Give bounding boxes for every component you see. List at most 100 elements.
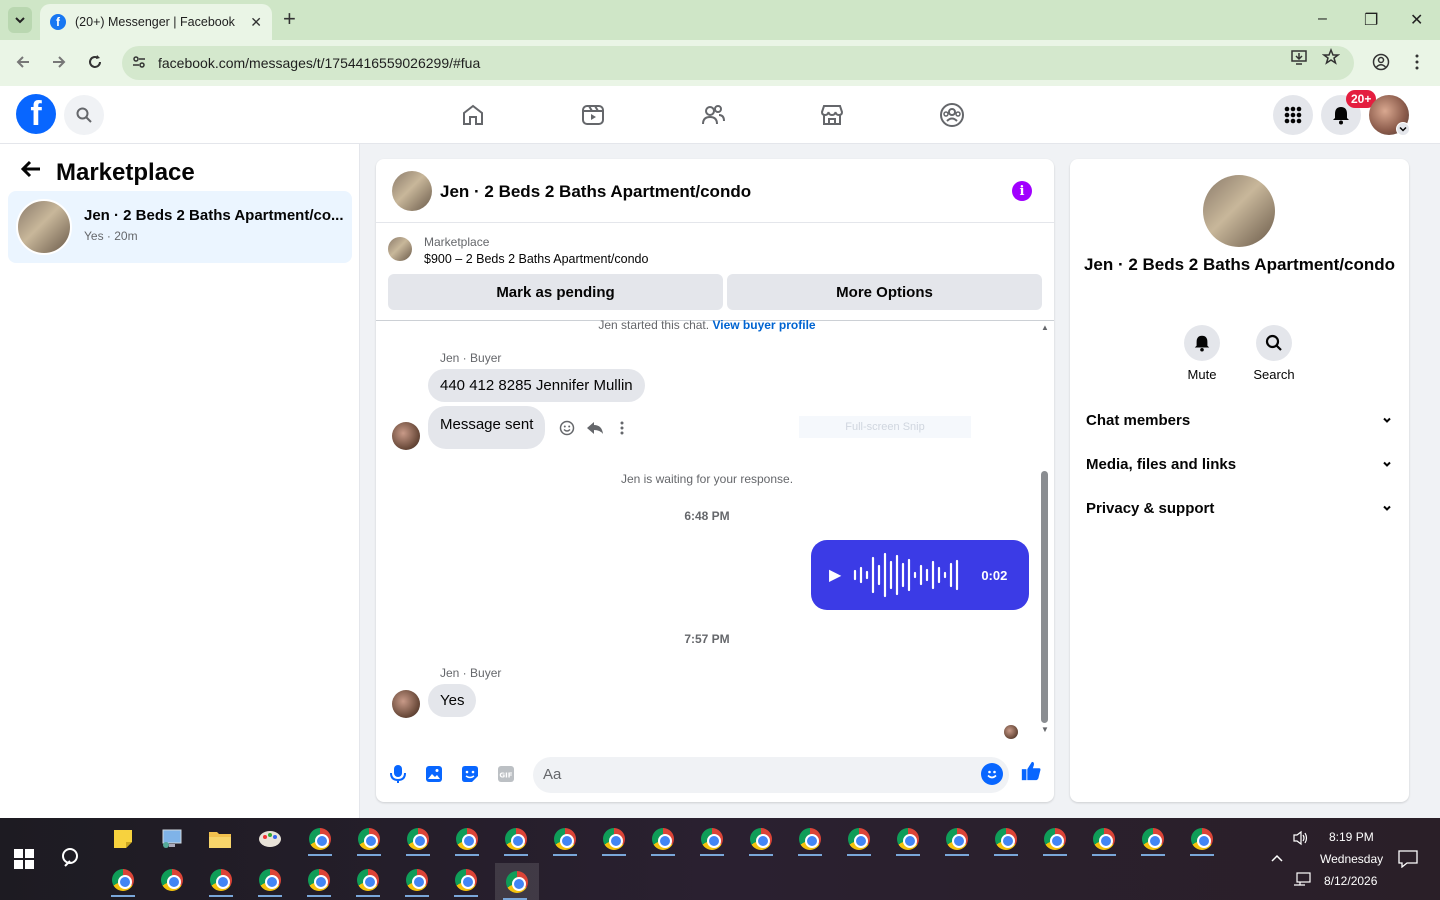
clock-time[interactable]: 8:19 PM: [1329, 830, 1374, 844]
marketplace-icon[interactable]: [817, 100, 847, 130]
thumbs-up-icon[interactable]: [1020, 760, 1042, 782]
gif-icon[interactable]: GIF: [495, 763, 517, 785]
microphone-icon[interactable]: [387, 763, 409, 785]
message-bubble[interactable]: 440 412 8285 Jennifer Mullin: [428, 369, 645, 402]
chrome-icon[interactable]: [839, 822, 879, 856]
sender-avatar[interactable]: [392, 690, 420, 718]
profile-icon[interactable]: [1372, 53, 1390, 76]
video-icon[interactable]: [578, 100, 608, 130]
chrome-icon[interactable]: [643, 822, 683, 856]
groups-icon[interactable]: [937, 100, 967, 130]
tab-close-icon[interactable]: ✕: [250, 14, 262, 31]
back-arrow-icon[interactable]: [20, 158, 42, 187]
chrome-icon[interactable]: [594, 822, 634, 856]
message-bubble[interactable]: Yes: [428, 684, 477, 717]
view-buyer-profile-link[interactable]: View buyer profile: [712, 318, 815, 332]
chrome-icon[interactable]: [790, 822, 830, 856]
mute-button[interactable]: Mute: [1172, 325, 1232, 382]
browser-menu-icon[interactable]: [1408, 53, 1426, 76]
clock-day[interactable]: Wednesday: [1320, 852, 1383, 866]
friends-icon[interactable]: [698, 100, 728, 130]
react-icon[interactable]: [559, 420, 575, 440]
site-info-icon[interactable]: [130, 54, 148, 73]
address-bar[interactable]: facebook.com/messages/t/1754416559026299…: [122, 46, 1354, 80]
sticker-icon[interactable]: [459, 763, 481, 785]
chat-members-row[interactable]: Chat members: [1086, 398, 1393, 442]
forward-icon[interactable]: [50, 53, 68, 76]
conversation-item[interactable]: Jen · 2 Beds 2 Baths Apartment/co... Yes…: [8, 191, 352, 263]
message-input[interactable]: Aa: [533, 757, 1009, 793]
more-options-button[interactable]: More Options: [727, 274, 1042, 310]
chrome-icon[interactable]: [299, 863, 339, 897]
chrome-icon[interactable]: [349, 822, 389, 856]
taskbar-search-icon[interactable]: [60, 846, 84, 875]
photo-icon[interactable]: [423, 763, 445, 785]
chrome-icon[interactable]: [300, 822, 340, 856]
scroll-up-icon[interactable]: ▲: [1041, 323, 1049, 332]
facebook-logo-icon[interactable]: f: [16, 94, 56, 134]
chrome-icon[interactable]: [888, 822, 928, 856]
close-window-button[interactable]: ✕: [1410, 10, 1423, 30]
action-center-icon[interactable]: [1398, 850, 1418, 871]
chrome-icon[interactable]: [1035, 822, 1075, 856]
more-actions-icon[interactable]: [619, 420, 625, 440]
chrome-icon[interactable]: [152, 863, 192, 897]
info-icon[interactable]: i: [1012, 181, 1032, 201]
chrome-icon[interactable]: [103, 863, 143, 897]
scroll-down-icon[interactable]: ▼: [1041, 725, 1049, 734]
home-icon[interactable]: [458, 100, 488, 130]
maximize-button[interactable]: ❐: [1364, 10, 1378, 30]
new-tab-button[interactable]: +: [283, 8, 296, 30]
chrome-icon[interactable]: [496, 822, 536, 856]
mark-as-pending-button[interactable]: Mark as pending: [388, 274, 723, 310]
chat-avatar[interactable]: [392, 171, 432, 211]
scrollbar-thumb[interactable]: [1041, 471, 1048, 723]
bookmark-star-icon[interactable]: [1321, 47, 1341, 71]
chrome-icon[interactable]: [397, 863, 437, 897]
chat-title[interactable]: Jen · 2 Beds 2 Baths Apartment/condo: [440, 182, 751, 202]
show-hidden-icons[interactable]: [1270, 852, 1284, 866]
chrome-icon[interactable]: [447, 822, 487, 856]
back-icon[interactable]: [14, 53, 32, 76]
chrome-icon[interactable]: [446, 863, 486, 897]
paint-icon[interactable]: [250, 822, 290, 856]
reply-icon[interactable]: [586, 420, 604, 440]
chrome-icon[interactable]: [250, 863, 290, 897]
network-icon[interactable]: [1293, 872, 1311, 889]
chrome-icon[interactable]: [545, 822, 585, 856]
chrome-icon[interactable]: [201, 863, 241, 897]
chrome-icon[interactable]: [692, 822, 732, 856]
minimize-button[interactable]: –: [1318, 10, 1327, 28]
page-scrollbar[interactable]: [1428, 144, 1440, 818]
voice-message[interactable]: ▶ 0:02: [811, 540, 1029, 610]
facebook-search-button[interactable]: [64, 95, 104, 135]
menu-grid-button[interactable]: [1273, 95, 1313, 135]
message-scrollbar[interactable]: ▲ ▼: [1038, 321, 1050, 743]
chrome-icon[interactable]: [937, 822, 977, 856]
sender-avatar[interactable]: [392, 422, 420, 450]
chrome-icon[interactable]: [1182, 822, 1222, 856]
emoji-icon[interactable]: [981, 763, 1003, 785]
chrome-icon[interactable]: [986, 822, 1026, 856]
remote-desktop-icon[interactable]: [152, 822, 192, 856]
install-app-icon[interactable]: [1290, 48, 1308, 71]
media-files-links-row[interactable]: Media, files and links: [1086, 442, 1393, 486]
reload-icon[interactable]: [86, 53, 104, 76]
chrome-icon[interactable]: [398, 822, 438, 856]
chrome-icon[interactable]: [741, 822, 781, 856]
sticky-notes-icon[interactable]: [103, 822, 143, 856]
play-icon[interactable]: ▶: [829, 565, 841, 585]
browser-tab[interactable]: f (20+) Messenger | Facebook ✕: [40, 4, 272, 40]
windows-start-icon[interactable]: [14, 849, 34, 869]
chrome-icon[interactable]: [495, 863, 539, 900]
tab-search-button[interactable]: [8, 7, 32, 33]
file-explorer-icon[interactable]: [200, 822, 240, 856]
chrome-icon[interactable]: [1133, 822, 1173, 856]
chevron-down-icon[interactable]: [1396, 122, 1410, 136]
message-bubble[interactable]: Message sent: [428, 406, 546, 449]
chrome-icon[interactable]: [1084, 822, 1124, 856]
chrome-icon[interactable]: [348, 863, 388, 897]
privacy-support-row[interactable]: Privacy & support: [1086, 486, 1393, 530]
search-conversation-button[interactable]: Search: [1244, 325, 1304, 382]
clock-date[interactable]: 8/12/2026: [1324, 874, 1377, 888]
